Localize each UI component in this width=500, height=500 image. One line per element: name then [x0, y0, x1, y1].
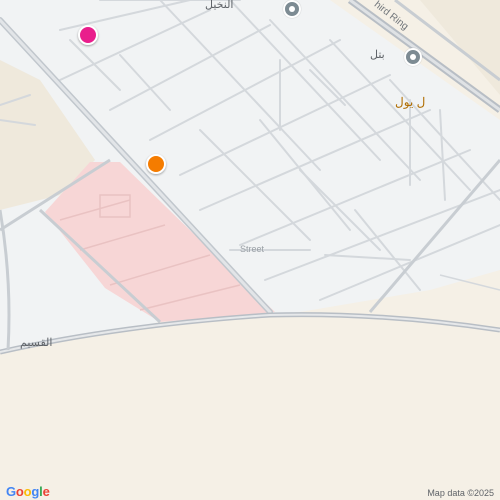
logo-letter: e [42, 484, 50, 499]
logo-letter: o [23, 484, 32, 499]
street-label: Street [240, 244, 265, 254]
logo-letter: G [6, 484, 16, 499]
map-attribution[interactable]: Map data ©2025 [427, 488, 494, 498]
logo-letter: o [15, 484, 24, 499]
bottom-left-arabic-label: القسيم [20, 337, 53, 349]
pink-pin[interactable] [78, 25, 98, 45]
poi-icon-top[interactable] [283, 0, 301, 18]
right-poi-label: بتل [370, 49, 385, 61]
east-poi-label: ل يول [395, 95, 426, 109]
map-canvas[interactable]: hird Ring النخيل بتل ل يول Street القسيم… [0, 0, 500, 500]
poi-icon-right[interactable] [404, 48, 422, 66]
logo-letter: g [31, 484, 40, 499]
google-logo: Google [6, 484, 50, 499]
top-arabic-label: النخيل [205, 0, 234, 11]
orange-pin[interactable] [146, 154, 166, 174]
